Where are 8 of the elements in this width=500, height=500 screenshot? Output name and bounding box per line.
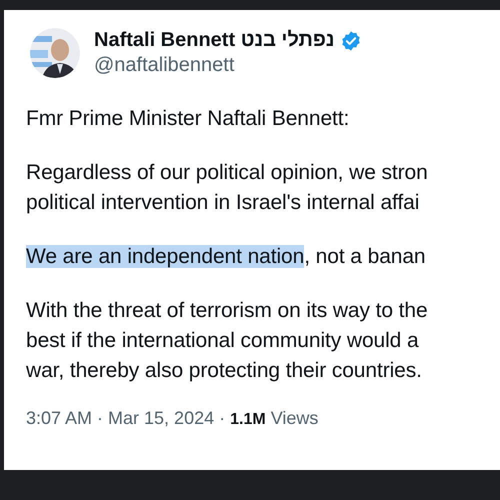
view-count: 1.1M Views bbox=[230, 408, 318, 429]
tweet-paragraph: We are an independent nation, not a banan bbox=[26, 244, 427, 270]
tweet-paragraph: Fmr Prime Minister Naftali Bennett: bbox=[26, 106, 350, 132]
tweet-paragraph: Regardless of our political opinion, we stron political intervention in Israel's internal affai bbox=[26, 160, 429, 216]
tweet-paragraph: With the threat of terrorism on its way to the best if the international community would a war, thereby also protecting their countries. bbox=[26, 298, 429, 384]
author-handle[interactable]: @naftalibennett bbox=[94, 54, 362, 77]
author-name[interactable]: Naftali Bennett נפתלי בנט bbox=[94, 29, 335, 52]
tweet-timestamp[interactable]: 3:07 AM · Mar 15, 2024 · bbox=[26, 408, 226, 429]
